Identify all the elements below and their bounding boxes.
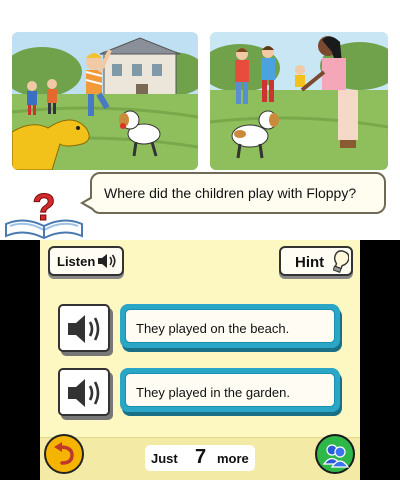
answer-option[interactable]: They played on the beach. bbox=[120, 304, 340, 348]
listen-label: Listen bbox=[57, 254, 96, 269]
answer-option[interactable]: They played in the garden. bbox=[120, 368, 340, 412]
answer-option-text: They played in the garden. bbox=[136, 385, 290, 400]
friends-icon bbox=[323, 444, 349, 468]
speaker-icon bbox=[68, 315, 100, 343]
answer-option-panel: They played in the garden. bbox=[125, 373, 335, 407]
story-illustration-right bbox=[210, 32, 388, 170]
answer-option-text: They played on the beach. bbox=[136, 321, 290, 336]
friends-button[interactable] bbox=[315, 434, 355, 474]
story-screen: ? Where did the children play with Flopp… bbox=[0, 0, 400, 240]
back-arrow-icon bbox=[54, 442, 74, 465]
counter-number: 7 bbox=[195, 446, 207, 468]
question-book-icon: ? bbox=[4, 178, 84, 240]
hint-label: Hint bbox=[295, 254, 325, 271]
light-bulb-icon bbox=[332, 250, 350, 277]
speaker-icon bbox=[68, 379, 100, 407]
back-button[interactable] bbox=[44, 434, 84, 474]
question-bubble: Where did the children play with Floppy? bbox=[80, 172, 386, 214]
counter-prefix: Just bbox=[151, 451, 178, 466]
speaker-button[interactable] bbox=[58, 368, 110, 416]
hint-button[interactable]: Hint bbox=[279, 246, 353, 276]
svg-text:?: ? bbox=[32, 187, 55, 229]
counter-suffix: more bbox=[217, 451, 249, 466]
questions-remaining-counter: Just 7 more bbox=[145, 445, 255, 471]
speaker-button[interactable] bbox=[58, 304, 110, 352]
speaker-icon bbox=[97, 253, 117, 272]
question-text: Where did the children play with Floppy? bbox=[104, 185, 357, 201]
answer-screen: Listen Hint They played on the beach. Th… bbox=[40, 240, 360, 480]
listen-button[interactable]: Listen bbox=[48, 246, 124, 276]
story-illustration-left bbox=[12, 32, 198, 170]
answer-option-panel: They played on the beach. bbox=[125, 309, 335, 343]
